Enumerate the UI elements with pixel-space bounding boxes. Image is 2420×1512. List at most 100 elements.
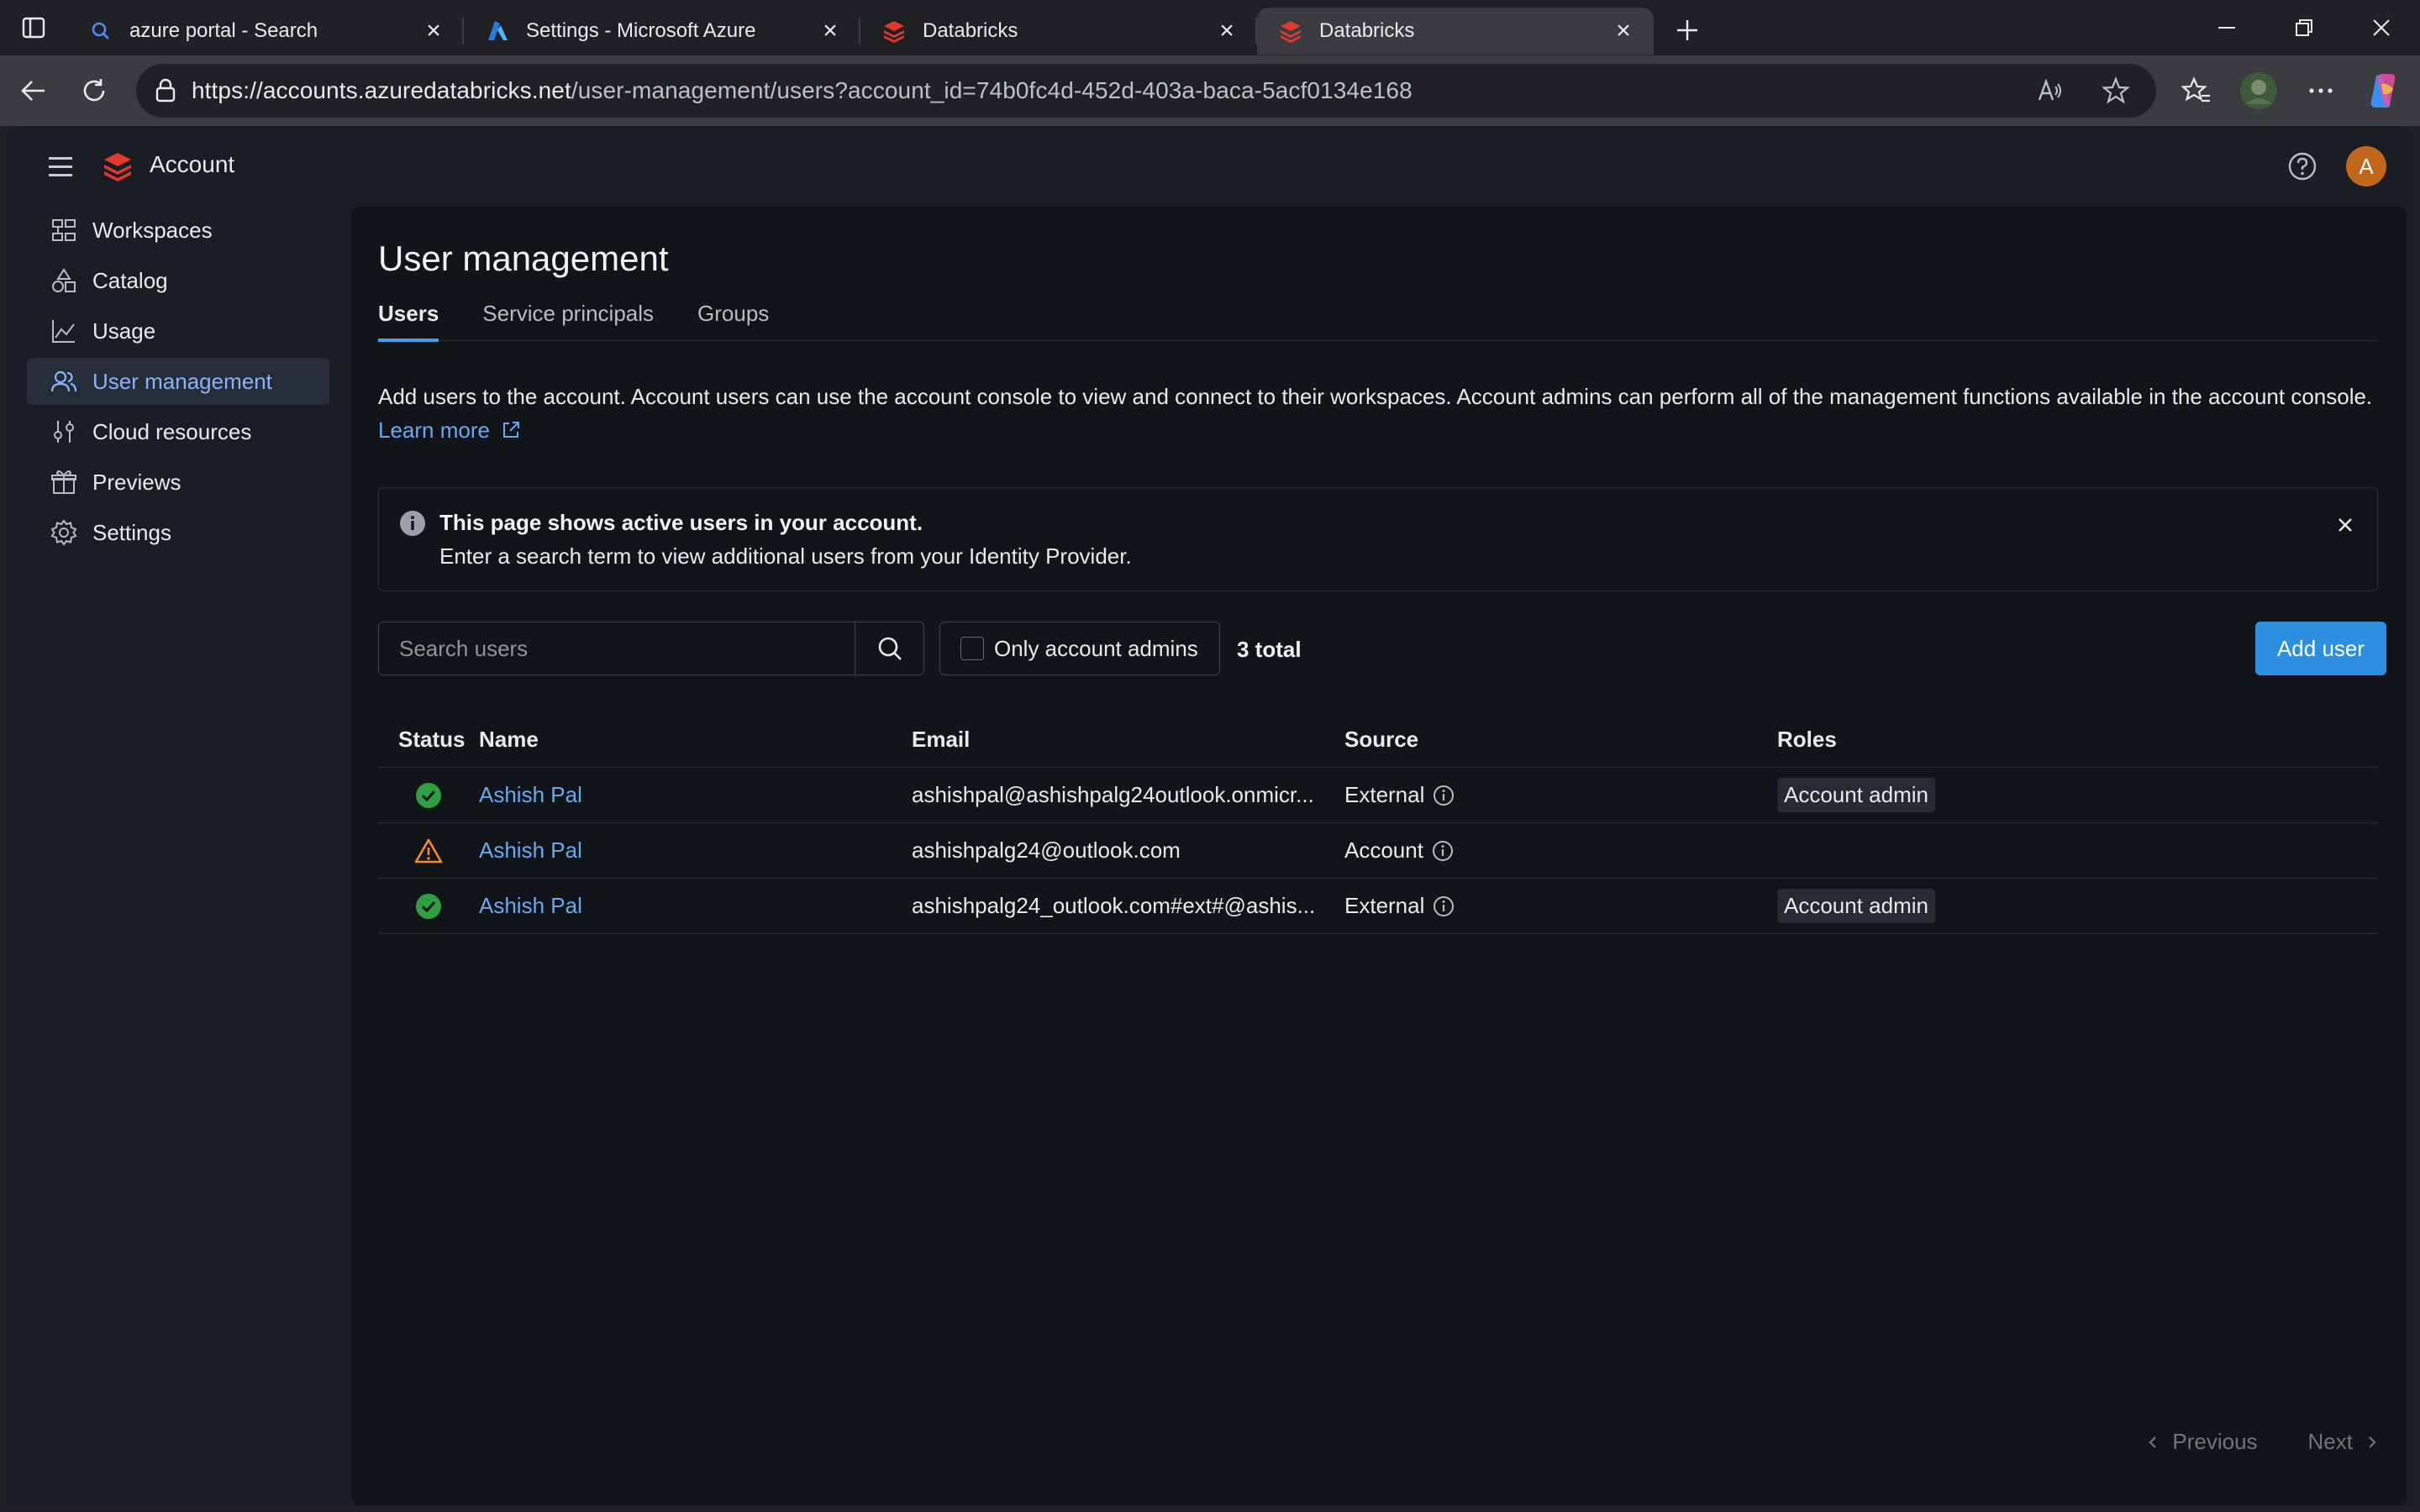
name-cell: Ashish Pal [479, 782, 912, 808]
check-circle-icon [416, 893, 441, 919]
more-options-icon[interactable] [2294, 64, 2348, 118]
gear-icon [50, 519, 77, 546]
browser-tab-2[interactable]: Settings - Microsoft Azure × [464, 8, 860, 55]
external-link-icon [503, 422, 520, 438]
user-name-link[interactable]: Ashish Pal [479, 782, 582, 807]
info-outline-icon[interactable] [1432, 840, 1454, 862]
azure-icon [484, 18, 511, 45]
refresh-icon [83, 79, 105, 102]
filter-label: Only account admins [994, 635, 1198, 661]
usage-icon [50, 318, 77, 344]
column-header-source[interactable]: Source [1344, 727, 1777, 753]
tab-title: azure portal - Search [129, 19, 318, 42]
learn-more-link[interactable]: Learn more [378, 417, 521, 443]
name-cell: Ashish Pal [479, 893, 912, 919]
user-name-link[interactable]: Ashish Pal [479, 893, 582, 918]
email-cell: ashishpalg24_outlook.com#ext#@ashis... [912, 893, 1316, 918]
browser-tab-3[interactable]: Databricks × [860, 8, 1257, 55]
sidebar-item-label: Cloud resources [92, 418, 252, 444]
favorite-star-icon[interactable] [2089, 64, 2143, 118]
previous-page-button[interactable]: Previous [2145, 1429, 2258, 1455]
sidebar-item-catalog[interactable]: Catalog [27, 257, 329, 304]
source-label: Account [1344, 837, 1423, 863]
databricks-icon [1277, 18, 1304, 45]
url-text: https://accounts.azuredatabricks.net/use… [192, 77, 1413, 104]
status-cell [378, 837, 479, 864]
user-name-link[interactable]: Ashish Pal [479, 837, 582, 863]
role-badge: Account admin [1777, 889, 1935, 923]
column-header-roles[interactable]: Roles [1777, 727, 2378, 753]
sidebar-item-label: Settings [92, 519, 171, 545]
workspaces-icon [50, 217, 77, 244]
info-outline-icon[interactable] [1433, 895, 1455, 917]
tab-title: Databricks [923, 19, 1018, 42]
tab-groups[interactable]: Groups [697, 297, 769, 341]
close-tab-icon[interactable]: × [420, 17, 447, 45]
column-header-status[interactable]: Status [378, 727, 479, 753]
close-tab-icon[interactable]: × [817, 17, 844, 45]
sidebar-item-settings[interactable]: Settings [27, 509, 329, 556]
source-cell: External [1344, 782, 1777, 808]
address-bar[interactable]: https://accounts.azuredatabricks.net/use… [136, 64, 2156, 118]
source-cell: External [1344, 893, 1777, 919]
close-tab-icon[interactable]: × [1610, 17, 1637, 45]
sidebar-item-usage[interactable]: Usage [27, 307, 329, 354]
sidebar-item-label: Usage [92, 318, 156, 344]
previews-icon [50, 469, 77, 496]
copilot-icon[interactable] [2356, 64, 2410, 118]
window-controls [2188, 0, 2420, 55]
plus-icon [1677, 20, 1697, 40]
next-page-button[interactable]: Next [2308, 1429, 2380, 1455]
user-avatar[interactable]: A [2346, 146, 2386, 186]
close-tab-icon[interactable]: × [1213, 17, 1240, 45]
help-icon[interactable] [2286, 150, 2319, 183]
search-input[interactable] [379, 622, 855, 675]
restore-icon [2296, 19, 2312, 36]
table-row[interactable]: Ashish Pal ashishpalg24@outlook.com Acco… [378, 823, 2378, 879]
tab-users[interactable]: Users [378, 297, 439, 342]
email-cell: ashishpalg24@outlook.com [912, 837, 1181, 863]
learn-more-label: Learn more [378, 417, 490, 443]
back-button[interactable] [3, 60, 64, 121]
sidebar-item-user-management[interactable]: User management [27, 358, 329, 405]
new-tab-button[interactable] [1660, 7, 1714, 54]
databricks-app: Account A Workspaces Catalog Usage User … [7, 126, 2413, 1505]
page-title: User management [378, 239, 669, 278]
app-header: Account A [7, 126, 2413, 207]
account-admins-filter[interactable]: Only account admins [939, 622, 1220, 675]
sidebar-item-cloud-resources[interactable]: Cloud resources [27, 408, 329, 455]
close-icon[interactable] [2333, 513, 2357, 537]
tab-actions-icon [22, 17, 45, 39]
sidebar-item-workspaces[interactable]: Workspaces [27, 207, 329, 254]
table-row[interactable]: Ashish Pal ashishpal@ashishpalg24outlook… [378, 768, 2378, 823]
roles-cell: Account admin [1777, 778, 2378, 812]
close-window-button[interactable] [2343, 0, 2420, 55]
roles-cell: Account admin [1777, 889, 2378, 923]
menu-icon[interactable] [44, 150, 77, 183]
warning-icon [414, 838, 443, 863]
read-aloud-icon[interactable] [2023, 64, 2077, 118]
account-admins-checkbox[interactable] [960, 637, 984, 660]
sidebar-item-label: Workspaces [92, 217, 213, 243]
status-cell [378, 782, 479, 809]
restore-button[interactable] [2265, 0, 2343, 55]
databricks-logo-icon [104, 153, 131, 181]
table-row[interactable]: Ashish Pal ashishpalg24_outlook.com#ext#… [378, 879, 2378, 934]
page-tabs: Users Service principals Groups [378, 297, 2378, 342]
lock-icon[interactable] [155, 78, 176, 103]
add-user-button[interactable]: Add user [2255, 622, 2386, 675]
browser-tab-1[interactable]: azure portal - Search × [67, 8, 464, 55]
tab-service-principals[interactable]: Service principals [482, 297, 654, 341]
column-header-email[interactable]: Email [912, 727, 1344, 753]
minimize-button[interactable] [2188, 0, 2265, 55]
search-button[interactable] [855, 622, 923, 675]
column-header-name[interactable]: Name [479, 727, 912, 753]
profile-icon[interactable] [2232, 64, 2286, 118]
favorites-icon[interactable] [2170, 64, 2223, 118]
tab-actions-button[interactable] [0, 0, 67, 55]
browser-tab-4[interactable]: Databricks × [1257, 8, 1654, 55]
refresh-button[interactable] [64, 60, 124, 121]
browser-tab-bar: azure portal - Search × Settings - Micro… [0, 0, 2420, 55]
sidebar-item-previews[interactable]: Previews [27, 459, 329, 506]
info-outline-icon[interactable] [1433, 785, 1455, 806]
